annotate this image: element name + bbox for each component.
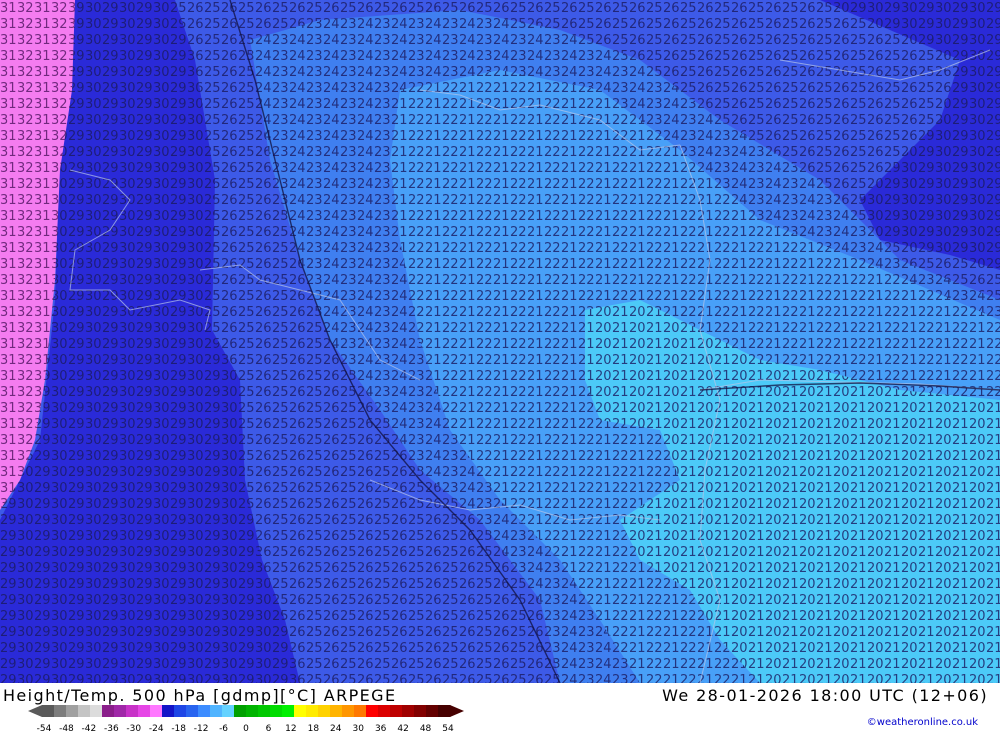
legend-tick-label: -24 bbox=[149, 724, 164, 733]
legend-swatch bbox=[162, 705, 175, 717]
legend-swatch bbox=[366, 705, 379, 717]
legend-swatch bbox=[234, 705, 247, 717]
map-valid-time: We 28-01-2026 18:00 UTC (12+06) bbox=[662, 686, 988, 705]
map-footer: Height/Temp. 500 hPa [gdmp][°C] ARPEGE W… bbox=[0, 683, 1000, 733]
legend-swatch bbox=[402, 705, 415, 717]
legend-tick-label: 24 bbox=[330, 724, 342, 733]
legend-swatch bbox=[294, 705, 307, 717]
legend-tick-label: -36 bbox=[104, 724, 119, 733]
legend-swatch bbox=[150, 705, 163, 717]
credit-link[interactable]: ©weatheronline.co.uk bbox=[867, 717, 978, 728]
temperature-field: 31 32 29 30 25 26 23 24 22 21 21 20 bbox=[0, 0, 1000, 683]
legend-swatch bbox=[78, 705, 91, 717]
legend-swatch bbox=[246, 705, 259, 717]
legend-swatch bbox=[66, 705, 79, 717]
legend-swatch bbox=[54, 705, 67, 717]
legend-swatch bbox=[342, 705, 355, 717]
legend-tick-label: 36 bbox=[375, 724, 387, 733]
legend-tick-label: 18 bbox=[308, 724, 320, 733]
legend-arrow-left bbox=[28, 705, 42, 717]
weather-map: 31 32 29 30 25 26 23 24 22 21 21 20 bbox=[0, 0, 1000, 683]
legend-swatch bbox=[90, 705, 103, 717]
map-title: Height/Temp. 500 hPa [gdmp][°C] ARPEGE bbox=[3, 686, 397, 705]
legend-color-bar bbox=[28, 705, 464, 717]
legend-swatch bbox=[222, 705, 235, 717]
legend-swatch bbox=[378, 705, 391, 717]
legend-swatch bbox=[354, 705, 367, 717]
legend-swatch bbox=[210, 705, 223, 717]
legend-swatch bbox=[390, 705, 403, 717]
legend-tick-label: -18 bbox=[171, 724, 186, 733]
legend-swatch bbox=[126, 705, 139, 717]
legend-swatch bbox=[186, 705, 199, 717]
legend-tick-label: 54 bbox=[442, 724, 454, 733]
legend-swatch bbox=[414, 705, 427, 717]
legend-swatch bbox=[306, 705, 319, 717]
legend-tick-label: -42 bbox=[82, 724, 97, 733]
legend-arrow-right bbox=[450, 705, 464, 717]
legend-swatch bbox=[270, 705, 283, 717]
legend-swatch bbox=[198, 705, 211, 717]
legend-swatch bbox=[330, 705, 343, 717]
legend-swatch bbox=[318, 705, 331, 717]
legend-tick-label: 6 bbox=[266, 724, 272, 733]
legend-swatch bbox=[438, 705, 451, 717]
legend-swatch bbox=[42, 705, 55, 717]
legend-tick-label: -12 bbox=[194, 724, 209, 733]
legend-swatch bbox=[282, 705, 295, 717]
legend-swatch bbox=[174, 705, 187, 717]
legend-tick-label: 12 bbox=[285, 724, 296, 733]
legend-tick-label: -30 bbox=[126, 724, 141, 733]
legend-swatch bbox=[102, 705, 115, 717]
legend-tick-label: -6 bbox=[219, 724, 228, 733]
legend-tick-label: 30 bbox=[352, 724, 364, 733]
legend-tick-label: -48 bbox=[59, 724, 74, 733]
legend-tick-label: 42 bbox=[397, 724, 408, 733]
legend-tick-label: 0 bbox=[243, 724, 249, 733]
color-legend: -54 -48 -42 -36 -30 -24 -18 -12 -6 0 6 12 18 24 30 36 42… bbox=[28, 705, 464, 733]
legend-tick-label: 48 bbox=[420, 724, 432, 733]
legend-swatch bbox=[258, 705, 271, 717]
legend-tick-label: -54 bbox=[37, 724, 52, 733]
legend-swatch bbox=[114, 705, 127, 717]
legend-swatch bbox=[138, 705, 151, 717]
legend-tick-labels: -54 -48 -42 -36 -30 -24 -18 -12 -6 0 6 12 18 24 30 36 42… bbox=[37, 724, 454, 733]
legend-swatch bbox=[426, 705, 439, 717]
